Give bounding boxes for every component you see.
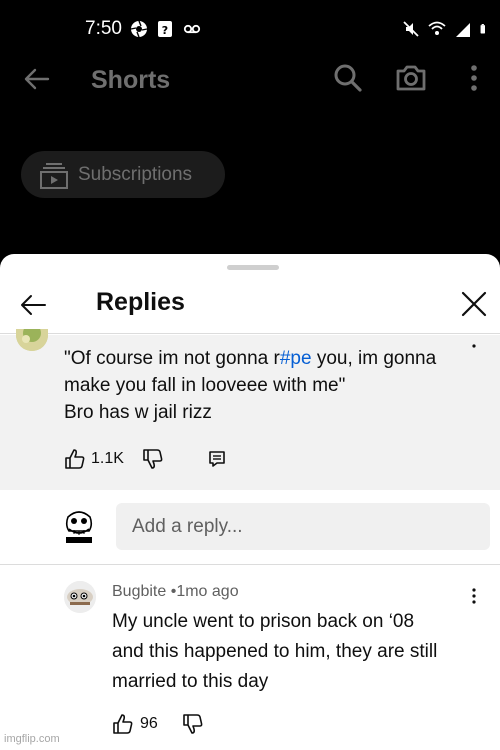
replies-title: Replies xyxy=(96,288,185,316)
watermark: imgflip.com xyxy=(4,733,60,745)
comment-line: make you fall in looveee with me" xyxy=(64,375,346,396)
more-vert-icon[interactable] xyxy=(470,587,478,607)
comment-text-segment: "Of course im not gonna r xyxy=(64,348,280,369)
signal-icon xyxy=(456,23,470,37)
like-count: 1.1K xyxy=(91,450,124,467)
thumbs-down-icon[interactable] xyxy=(142,448,164,470)
subscriptions-chip[interactable]: Subscriptions xyxy=(21,151,225,198)
svg-text:?: ? xyxy=(162,24,168,37)
replies-sheet: Replies "Of course im not gonna r#pe you… xyxy=(0,254,500,750)
status-left-icons: ? xyxy=(130,20,202,38)
comment-line: "Of course im not gonna r#pe you, im gon… xyxy=(64,345,484,372)
camera-icon[interactable] xyxy=(395,63,427,93)
more-vert-icon[interactable] xyxy=(465,63,483,93)
comment-meta: Bugbite •1mo ago xyxy=(112,583,239,601)
status-right-icons xyxy=(402,20,490,38)
comment-line: Bro has w jail rizz xyxy=(64,402,212,423)
drag-handle[interactable] xyxy=(227,265,279,270)
back-arrow-icon[interactable] xyxy=(18,290,48,320)
thumbs-down-icon[interactable] xyxy=(182,713,204,735)
hashtag-link[interactable]: #pe xyxy=(280,348,312,369)
status-bar: 7:50 ? xyxy=(0,0,500,58)
reply-icon[interactable] xyxy=(208,450,226,468)
mute-icon xyxy=(403,21,419,37)
comment-text: "Of course im not gonna r#pe you, im gon… xyxy=(64,345,484,426)
comment-text-segment: you, im gonna xyxy=(311,348,437,369)
search-icon[interactable] xyxy=(333,63,363,93)
avatar[interactable] xyxy=(16,329,48,351)
like-count: 96 xyxy=(140,715,158,732)
page-title: Shorts xyxy=(91,66,171,94)
comment-line: and this happened to him, they are still xyxy=(112,641,438,662)
parent-comment: "Of course im not gonna r#pe you, im gon… xyxy=(0,329,500,490)
aperture-icon xyxy=(130,20,148,38)
comment-line: My uncle went to prison back on ‘08 xyxy=(112,611,415,632)
subscriptions-icon xyxy=(40,162,68,189)
unknown-app-icon: ? xyxy=(158,21,172,37)
comment-actions: 1.1K xyxy=(64,448,226,470)
add-reply-input[interactable] xyxy=(116,503,490,550)
comment-text: My uncle went to prison back on ‘08 and … xyxy=(112,607,482,697)
comment-line: married to this day xyxy=(112,671,269,692)
comment-actions: 96 xyxy=(112,713,204,735)
close-icon[interactable] xyxy=(460,290,488,318)
comment-time: 1mo ago xyxy=(176,583,239,600)
replies-header: Replies xyxy=(0,274,500,334)
battery-icon xyxy=(480,24,485,34)
subscriptions-label: Subscriptions xyxy=(78,163,193,185)
thumbs-up-icon[interactable] xyxy=(64,448,86,470)
add-reply-row xyxy=(0,491,500,565)
comment-author[interactable]: Bugbite xyxy=(112,583,166,600)
shorts-topbar: Shorts xyxy=(0,58,500,103)
back-arrow-icon[interactable] xyxy=(22,64,52,94)
voicemail-icon xyxy=(183,24,201,34)
thumbs-up-icon[interactable] xyxy=(112,713,134,735)
reply-comment: Bugbite •1mo ago My uncle went to prison… xyxy=(0,577,500,750)
status-time: 7:50 xyxy=(85,18,122,39)
avatar[interactable] xyxy=(64,581,96,613)
wifi-icon xyxy=(428,21,446,35)
avatar[interactable] xyxy=(62,509,96,543)
